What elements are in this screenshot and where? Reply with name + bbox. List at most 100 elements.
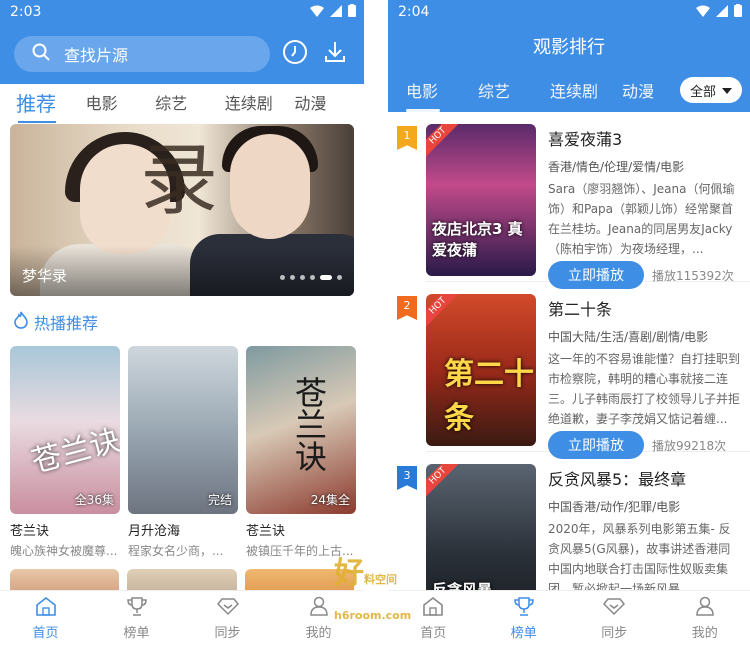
poster-text: 夜店北京3 真爱夜蒲 bbox=[432, 220, 523, 259]
card-poster: 苍兰诀 全36集 bbox=[10, 346, 120, 514]
nav-label: 我的 bbox=[305, 626, 332, 641]
ranking-tabs: 电影 综艺 连续剧 动漫 全部 bbox=[388, 68, 750, 112]
card-subtitle: 魄心族神女被魔尊... bbox=[10, 544, 118, 558]
carousel-dot bbox=[337, 275, 342, 280]
search-input[interactable]: 查找片源 bbox=[14, 36, 270, 72]
nav-label: 榜单 bbox=[123, 626, 150, 641]
tab-recommend[interactable]: 推荐 bbox=[16, 88, 86, 123]
trophy-icon bbox=[126, 596, 148, 620]
tab-variety[interactable]: 综艺 bbox=[478, 78, 550, 102]
carousel-dot-active bbox=[320, 275, 332, 280]
watermark-sub: 料空间 bbox=[364, 573, 397, 586]
ranking-item[interactable]: 1 HOT 夜店北京3 真爱夜蒲 喜爱夜蒲3 香港/情色/伦理/爱情/电影 Sa… bbox=[388, 112, 750, 289]
filter-dropdown[interactable]: 全部 bbox=[679, 77, 742, 103]
trophy-icon bbox=[513, 596, 535, 620]
hot-label: HOT bbox=[426, 124, 461, 159]
nav-ranking[interactable]: 榜单 bbox=[91, 591, 182, 646]
episode-tag: 24集全 bbox=[310, 493, 350, 507]
home-icon bbox=[422, 596, 444, 620]
carousel-dot bbox=[300, 275, 305, 280]
item-title: 喜爱夜蒲3 bbox=[548, 130, 623, 149]
status-time: 2:03 bbox=[10, 4, 42, 20]
tab-series[interactable]: 连续剧 bbox=[550, 78, 622, 102]
rank-badge: 3 bbox=[397, 466, 417, 490]
section-header: 热播推荐 bbox=[0, 296, 364, 336]
left-screen: 2:03 查找片源 推荐 电影 综艺 连续剧 动漫 录 梦华录 热播推荐 苍兰诀… bbox=[0, 0, 364, 646]
nav-label: 首页 bbox=[420, 626, 447, 641]
hot-label: HOT bbox=[426, 294, 461, 329]
nav-label: 同步 bbox=[601, 626, 628, 641]
signal-icon bbox=[330, 4, 342, 21]
tab-anime[interactable]: 动漫 bbox=[294, 90, 364, 114]
tab-movie[interactable]: 电影 bbox=[86, 90, 156, 114]
item-genre: 中国香港/动作/犯罪/电影 bbox=[548, 500, 681, 514]
episode-tag: 全36集 bbox=[74, 493, 114, 507]
episode-tag: 完结 bbox=[207, 493, 232, 507]
nav-label: 我的 bbox=[691, 626, 718, 641]
watermark-main: 好 bbox=[334, 556, 364, 591]
sync-icon bbox=[602, 596, 626, 620]
ranking-item[interactable]: 2 HOT 第二十条 第二十条 中国大陆/生活/喜剧/剧情/电影 这一年的不容易… bbox=[388, 282, 750, 459]
caret-down-icon bbox=[722, 83, 732, 98]
home-icon bbox=[35, 596, 57, 620]
rank-badge: 2 bbox=[397, 296, 417, 320]
nav-home[interactable]: 首页 bbox=[0, 591, 91, 646]
nav-label: 首页 bbox=[32, 626, 59, 641]
tab-series[interactable]: 连续剧 bbox=[225, 90, 295, 114]
battery-icon bbox=[734, 4, 742, 21]
user-icon bbox=[695, 596, 715, 620]
search-icon bbox=[32, 43, 50, 65]
nav-sync[interactable]: 同步 bbox=[182, 591, 273, 646]
user-icon bbox=[309, 596, 329, 620]
rank-badge: 1 bbox=[397, 126, 417, 150]
item-genre: 香港/情色/伦理/爱情/电影 bbox=[548, 160, 685, 174]
watermark-url: h6room.com bbox=[334, 609, 412, 622]
video-card[interactable]: 苍兰诀 24集全 苍兰诀 被镇压千年的上古... bbox=[246, 346, 356, 559]
watermark-logo: 好料空间 h6room.com bbox=[334, 548, 411, 627]
card-subtitle: 程家女名少商，... bbox=[128, 544, 224, 558]
tab-movie[interactable]: 电影 bbox=[406, 78, 478, 112]
tab-variety[interactable]: 综艺 bbox=[155, 90, 225, 114]
signal-icon bbox=[716, 4, 728, 21]
carousel-dot bbox=[290, 275, 295, 280]
banner-carousel[interactable]: 录 梦华录 bbox=[10, 124, 354, 296]
nav-label: 同步 bbox=[214, 626, 241, 641]
download-button[interactable] bbox=[320, 39, 350, 69]
nav-sync[interactable]: 同步 bbox=[569, 591, 660, 646]
carousel-dot bbox=[280, 275, 285, 280]
nav-ranking[interactable]: 榜单 bbox=[479, 591, 570, 646]
poster-calligraphy: 苍兰诀 bbox=[290, 376, 328, 472]
battery-icon bbox=[348, 4, 356, 21]
item-poster: HOT 第二十条 bbox=[426, 294, 536, 446]
section-title: 热播推荐 bbox=[34, 314, 99, 333]
status-bar: 2:04 bbox=[388, 0, 750, 24]
bottom-nav: 首页 榜单 同步 我的 bbox=[388, 590, 750, 646]
nav-mine[interactable]: 我的 bbox=[660, 591, 750, 646]
poster-text: 第二十条 bbox=[444, 357, 534, 436]
wifi-icon bbox=[310, 5, 324, 21]
carousel-dot bbox=[310, 275, 315, 280]
history-button[interactable] bbox=[280, 39, 310, 69]
banner-figure bbox=[230, 134, 310, 239]
video-card[interactable]: 完结 月升沧海 程家女名少商，... bbox=[128, 346, 238, 559]
bottom-nav: 首页 榜单 同步 我的 bbox=[0, 590, 364, 646]
card-title: 月升沧海 bbox=[128, 524, 181, 539]
item-description: 这一年的不容易谁能懂？自打挂职到市检察院，韩明的糟心事就接二连三。儿子韩雨辰打了… bbox=[548, 352, 740, 426]
status-time: 2:04 bbox=[398, 4, 430, 20]
status-bar: 2:03 bbox=[0, 0, 364, 24]
hot-label: HOT bbox=[426, 464, 461, 499]
item-poster: HOT 夜店北京3 真爱夜蒲 bbox=[426, 124, 536, 276]
video-card[interactable]: 苍兰诀 全36集 苍兰诀 魄心族神女被魔尊... bbox=[10, 346, 120, 559]
play-count: 播放99218次 bbox=[652, 438, 727, 453]
nav-label: 榜单 bbox=[510, 626, 537, 641]
item-description: 2020年，风暴系列电影第五集- 反贪风暴5(G风暴)，故事讲述香港同中国内地联… bbox=[548, 522, 731, 596]
item-genre: 中国大陆/生活/喜剧/剧情/电影 bbox=[548, 330, 709, 344]
flame-icon bbox=[14, 311, 28, 333]
category-tabs: 推荐 电影 综艺 连续剧 动漫 bbox=[0, 84, 364, 123]
top-bar: 查找片源 bbox=[0, 24, 364, 84]
card-poster: 苍兰诀 24集全 bbox=[246, 346, 356, 514]
card-title: 苍兰诀 bbox=[10, 524, 50, 539]
filter-label: 全部 bbox=[689, 84, 716, 100]
card-poster: 完结 bbox=[128, 346, 238, 514]
card-title: 苍兰诀 bbox=[246, 524, 286, 539]
